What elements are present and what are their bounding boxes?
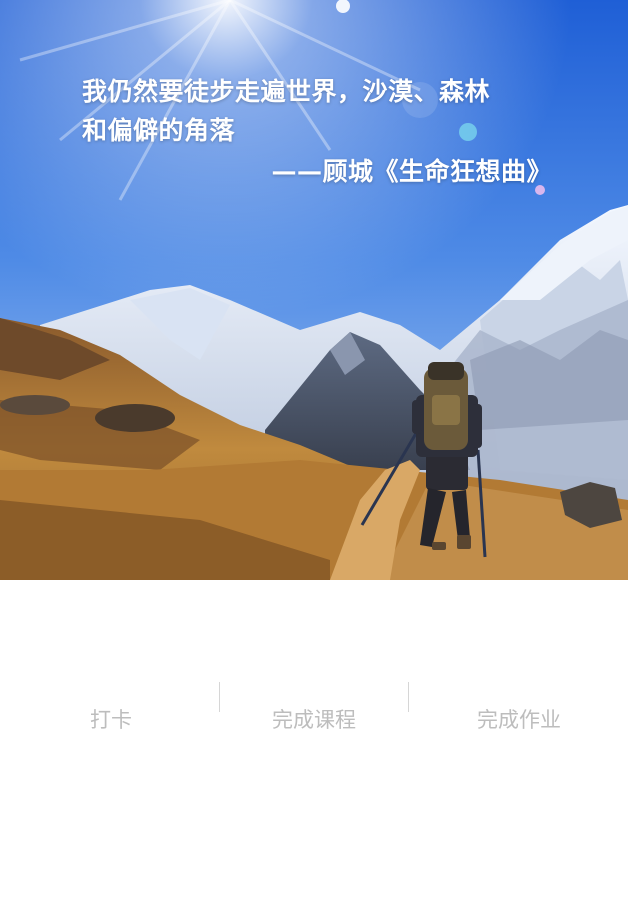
quote-line-2: 和偏僻的角落 (82, 116, 236, 145)
tab-checkin[interactable]: 打卡 (14, 680, 208, 740)
stats-tabs: 打卡 完成课程 完成作业 (0, 680, 628, 740)
tab-divider (408, 682, 409, 712)
tab-completed-courses-label: 完成课程 (272, 708, 356, 732)
tab-completed-courses[interactable]: 完成课程 (220, 680, 408, 740)
tab-completed-homework[interactable]: 完成作业 (420, 680, 618, 740)
quote-attribution: ——顾城《生命狂想曲》 (271, 157, 552, 186)
tab-completed-homework-label: 完成作业 (477, 708, 561, 732)
hero-banner: 我仍然要徒步走遍世界，沙漠、森林 和偏僻的角落 ——顾城《生命狂想曲》 (0, 0, 628, 580)
quote-line-1: 我仍然要徒步走遍世界，沙漠、森林 (82, 77, 491, 106)
quote-block: 我仍然要徒步走遍世界，沙漠、森林 和偏僻的角落 ——顾城《生命狂想曲》 (82, 72, 552, 191)
tab-checkin-label: 打卡 (90, 708, 132, 732)
